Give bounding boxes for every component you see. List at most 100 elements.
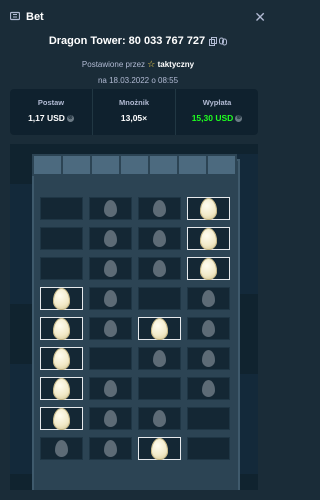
- tower-battlement: [148, 154, 179, 176]
- tile: [89, 377, 132, 400]
- placed-by: Postawione przez ☆ taktyczny: [0, 59, 276, 70]
- egg-icon: [153, 230, 166, 247]
- tile: [89, 437, 132, 460]
- currency-icon: ⊗: [235, 114, 243, 122]
- egg-icon: [202, 350, 215, 367]
- modal-title: Bet: [26, 11, 44, 23]
- tower-battlement: [119, 154, 150, 176]
- multiplier-value-row: 13,05×: [93, 113, 175, 123]
- egg-icon: [104, 290, 117, 307]
- tower-row: [40, 194, 230, 224]
- tile: [138, 377, 181, 400]
- tile-picked: [40, 377, 83, 400]
- bet-stats: Postaw 1,17 USD ⊗ Mnożnik 13,05× Wypłata…: [10, 89, 258, 135]
- egg-icon: [153, 350, 166, 367]
- tile: [187, 347, 230, 370]
- tile: [138, 407, 181, 430]
- tile: [40, 197, 83, 220]
- tower-battlement: [90, 154, 121, 176]
- tile-picked: [187, 197, 230, 220]
- tile-picked: [40, 317, 83, 340]
- egg-icon: [104, 230, 117, 247]
- tile: [187, 287, 230, 310]
- payout-value-row: 15,30 USD ⊗: [176, 113, 258, 123]
- golden-egg-icon: [53, 347, 70, 370]
- tile-picked: [40, 407, 83, 430]
- egg-icon: [153, 410, 166, 427]
- tower-grid: [40, 194, 230, 464]
- header-left: Bet: [9, 11, 44, 24]
- close-icon[interactable]: ✕: [254, 10, 266, 24]
- egg-icon: [104, 200, 117, 217]
- payout-stat: Wypłata 15,30 USD ⊗: [175, 89, 258, 135]
- egg-icon: [104, 320, 117, 337]
- tower-row: [40, 434, 230, 464]
- tile-picked: [40, 287, 83, 310]
- golden-egg-icon: [200, 197, 217, 220]
- tower-battlement: [32, 154, 63, 176]
- golden-egg-icon: [53, 317, 70, 340]
- stake-value: 1,17 USD: [28, 113, 65, 123]
- tower-row: [40, 284, 230, 314]
- tile-picked: [138, 437, 181, 460]
- tile: [89, 257, 132, 280]
- egg-icon: [104, 380, 117, 397]
- multiplier-label: Mnożnik: [119, 98, 149, 107]
- tile-picked: [187, 227, 230, 250]
- stake-value-row: 1,17 USD ⊗: [10, 113, 92, 123]
- copy-icon[interactable]: [209, 36, 218, 46]
- tile: [138, 227, 181, 250]
- egg-icon: [202, 320, 215, 337]
- bet-title-row: Dragon Tower: 80 033 767 727: [0, 35, 276, 47]
- payout-value: 15,30 USD: [191, 113, 234, 123]
- egg-icon: [104, 410, 117, 427]
- tile-picked: [138, 317, 181, 340]
- tile: [40, 437, 83, 460]
- tile: [89, 197, 132, 220]
- tower-battlement: [177, 154, 208, 176]
- tower-row: [40, 224, 230, 254]
- bet-title: Dragon Tower: 80 033 767 727: [48, 35, 206, 47]
- tile: [187, 317, 230, 340]
- tile: [40, 257, 83, 280]
- stake-stat: Postaw 1,17 USD ⊗: [10, 89, 92, 135]
- multiplier-stat: Mnożnik 13,05×: [92, 89, 175, 135]
- tower-battlement: [206, 154, 237, 176]
- golden-egg-icon: [151, 317, 168, 340]
- tile: [89, 347, 132, 370]
- golden-egg-icon: [151, 437, 168, 460]
- tower-row: [40, 344, 230, 374]
- tile: [89, 287, 132, 310]
- golden-egg-icon: [53, 407, 70, 430]
- stake-label: Postaw: [37, 98, 65, 107]
- link-icon[interactable]: [219, 37, 228, 46]
- egg-icon: [153, 200, 166, 217]
- tile: [89, 227, 132, 250]
- golden-egg-icon: [200, 227, 217, 250]
- tower-row: [40, 314, 230, 344]
- egg-icon: [202, 380, 215, 397]
- star-icon: ☆: [147, 59, 156, 69]
- dragon-tower: [32, 154, 240, 490]
- tile: [187, 377, 230, 400]
- tower-row: [40, 254, 230, 284]
- tower-battlement: [61, 154, 92, 176]
- egg-icon: [55, 440, 68, 457]
- tile: [138, 287, 181, 310]
- payout-label: Wypłata: [202, 98, 232, 107]
- tile: [40, 227, 83, 250]
- golden-egg-icon: [53, 287, 70, 310]
- currency-icon: ⊗: [66, 114, 74, 122]
- tile: [138, 257, 181, 280]
- tile-picked: [40, 347, 83, 370]
- bet-date: na 18.03.2022 o 08:55: [97, 76, 179, 85]
- tile: [187, 437, 230, 460]
- tower-row: [40, 374, 230, 404]
- tile-picked: [187, 257, 230, 280]
- tower-row: [40, 404, 230, 434]
- egg-icon: [202, 290, 215, 307]
- bet-ticket-icon: [9, 11, 21, 24]
- egg-icon: [153, 260, 166, 277]
- placed-by-user[interactable]: taktyczny: [158, 60, 194, 69]
- multiplier-value: 13,05×: [120, 113, 148, 123]
